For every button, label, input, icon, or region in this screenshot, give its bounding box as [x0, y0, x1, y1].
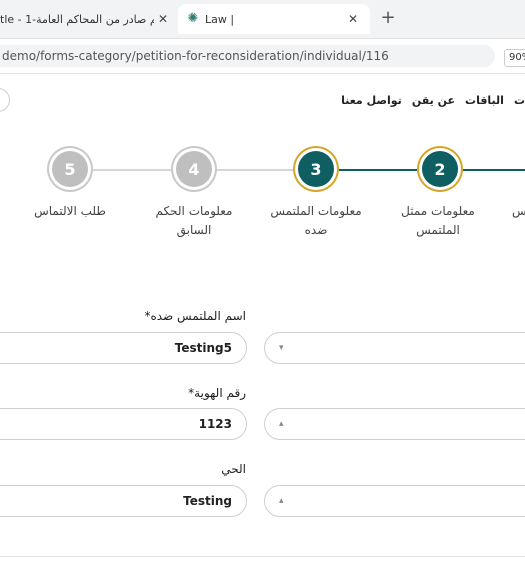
step-5-label: طلب الالتماس — [34, 204, 106, 218]
chevron-up-icon: ▴ — [279, 496, 284, 506]
step-connector — [212, 169, 298, 171]
respondent-name-label: اسم الملتمس ضده* — [144, 309, 246, 323]
id-number-value: 1123 — [198, 417, 232, 431]
browser-tab-bar: tle - حكم صادر من المحاكم العامة-1 ✕ ✺ L… — [0, 0, 525, 39]
close-tab-icon[interactable]: ✕ — [154, 12, 172, 26]
step-2-label: معلومات ممثل الملتمس — [401, 204, 475, 237]
close-tab-icon[interactable]: ✕ — [344, 12, 362, 26]
select-field[interactable]: ▾ — [264, 332, 525, 364]
step-2-circle[interactable]: 2 — [422, 151, 458, 187]
step-4-label: معلومات الحكم السابق — [155, 204, 233, 237]
respondent-name-field[interactable]: Testing5 — [0, 332, 247, 364]
browser-tab-active[interactable]: ✺ Law | ✕ — [178, 4, 370, 34]
select-field[interactable]: ▴ — [264, 485, 525, 517]
tab-title: Law | — [205, 12, 235, 26]
id-number-label: رقم الهوية* — [188, 386, 246, 400]
step-5-circle[interactable]: 5 — [52, 151, 88, 187]
site-header: ت الباقات عن يقن تواصل معنا — [0, 74, 525, 128]
id-number-field[interactable]: 1123 — [0, 408, 247, 440]
zoom-indicator[interactable]: 90% — [504, 49, 525, 67]
user-avatar-icon[interactable] — [0, 88, 10, 112]
chevron-down-icon: ▾ — [279, 343, 284, 353]
nav-item-packages[interactable]: الباقات — [465, 94, 504, 107]
respondent-name-value: Testing5 — [174, 341, 232, 355]
address-bar[interactable]: demo/forms-category/petition-for-reconsi… — [0, 45, 495, 67]
step-3-circle[interactable]: 3 — [298, 151, 334, 187]
new-tab-icon[interactable]: + — [376, 6, 400, 30]
browser-tab-inactive[interactable]: tle - حكم صادر من المحاكم العامة-1 ✕ — [0, 4, 172, 34]
step-4-circle[interactable]: 4 — [176, 151, 212, 187]
address-bar-row: demo/forms-category/petition-for-reconsi… — [0, 39, 525, 74]
nav-item-about[interactable]: عن يقن — [412, 94, 455, 107]
district-field[interactable]: Testing — [0, 485, 247, 517]
step-1-label-partial: س — [512, 204, 525, 218]
nav-item-contact[interactable]: تواصل معنا — [341, 94, 402, 107]
section-divider — [0, 556, 525, 557]
main-nav: ت الباقات عن يقن تواصل معنا — [341, 94, 525, 107]
select-field[interactable]: ▴ — [264, 408, 525, 440]
tab-title: tle - حكم صادر من المحاكم العامة-1 — [0, 12, 154, 26]
law-favicon-icon: ✺ — [187, 11, 199, 26]
chevron-up-icon: ▴ — [279, 419, 284, 429]
nav-item-partial[interactable]: ت — [514, 94, 525, 107]
step-3-label: معلومات الملتمس ضده — [270, 204, 362, 237]
district-value: Testing — [183, 494, 232, 508]
step-connector — [334, 169, 422, 171]
district-label: الحي — [221, 462, 246, 476]
